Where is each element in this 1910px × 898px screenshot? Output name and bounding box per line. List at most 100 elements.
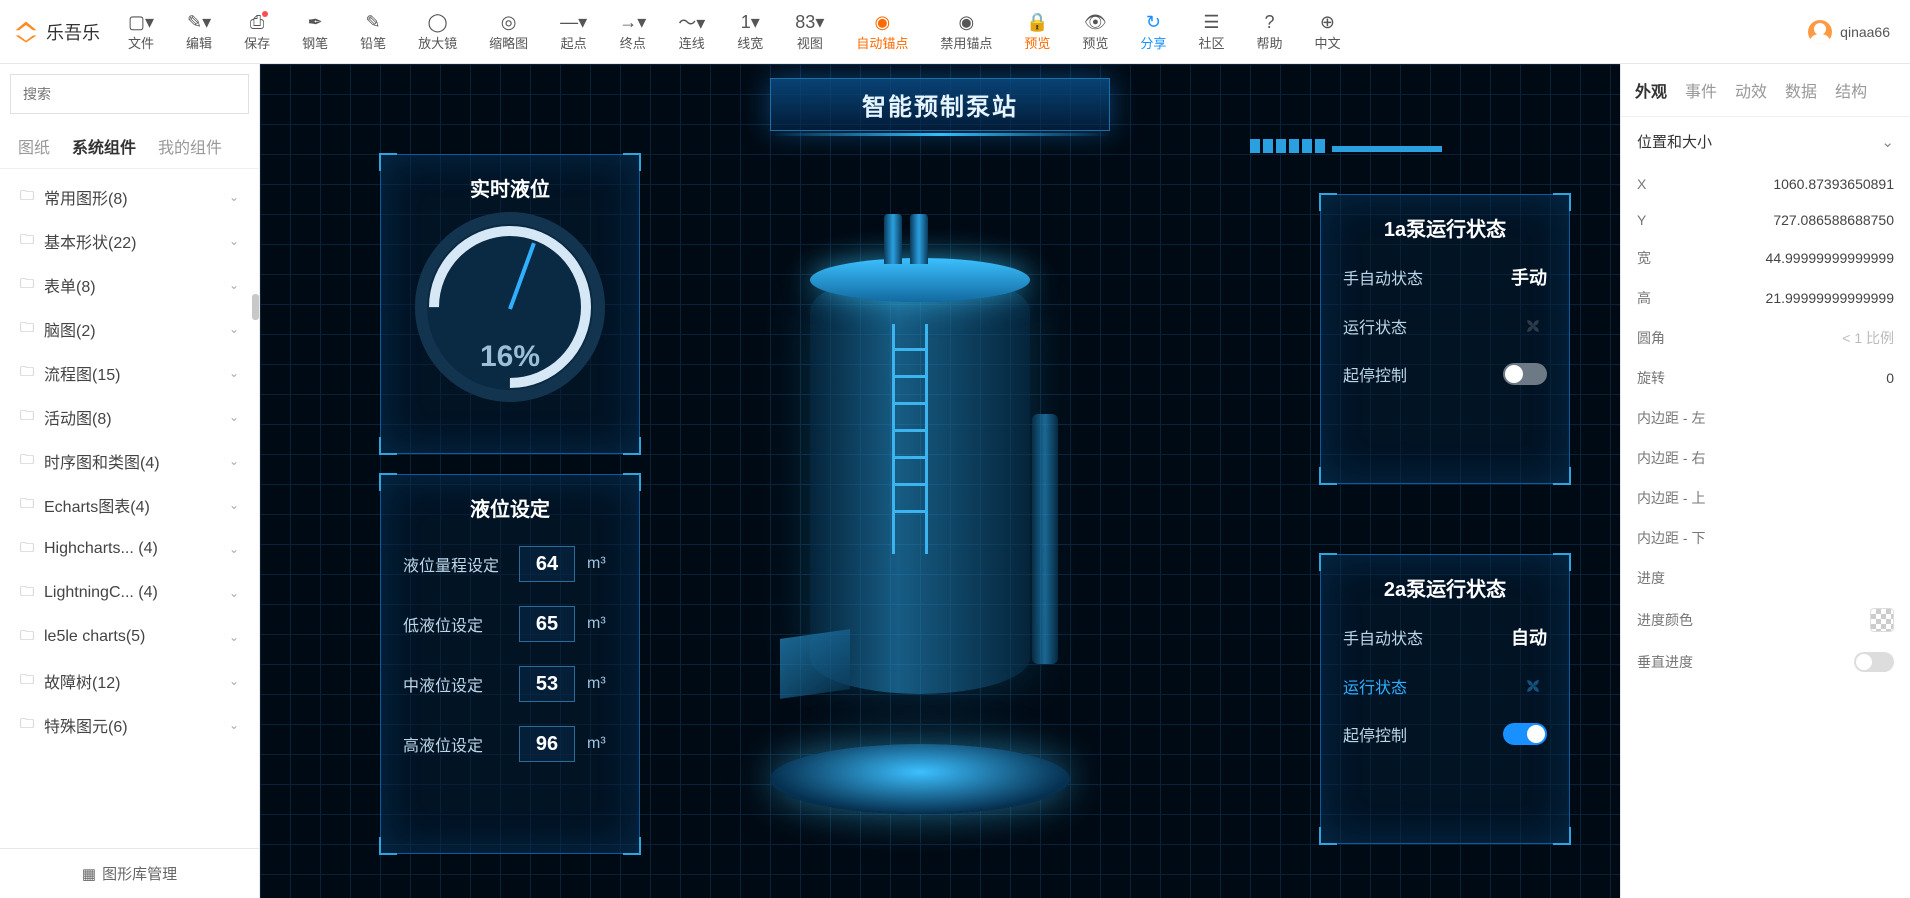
tree-label: 基本形状(22) [44,229,229,253]
menu-保存[interactable]: ⎙保存 [228,7,286,56]
menu-视图[interactable]: 83▾视图 [779,7,840,56]
menubar: 乐吾乐 ▢▾文件✎▾编辑⎙保存✒钢笔✎铅笔◯放大镜◎缩略图—▾起点→▾终点〜▾连… [0,0,1910,64]
canvas-title-banner: 智能预制泵站 [770,78,1110,136]
scrollbar-handle[interactable] [252,294,259,320]
menu-禁用锚点[interactable]: ◉禁用锚点 [924,7,1008,56]
menu-社区[interactable]: ☰社区 [1182,7,1240,56]
search-input[interactable] [10,74,249,114]
right-tab-1[interactable]: 事件 [1685,64,1717,116]
menu-icon: ☰ [1203,11,1219,33]
setting-label: 中液位设定 [403,672,507,696]
right-tab-3[interactable]: 数据 [1785,64,1817,116]
prop-value[interactable]: < 1 比例 [1727,328,1894,348]
menu-label: 中文 [1314,33,1340,52]
panel-level-settings[interactable]: 液位设定 液位量程设定64m³低液位设定65m³中液位设定53m³高液位设定96… [380,474,640,854]
props-section-header[interactable]: 位置和大小 ⌄ [1621,117,1910,166]
setting-label: 高液位设定 [403,732,507,756]
setting-value[interactable]: 65 [519,606,575,642]
tree-item[interactable]: 🗀基本形状(22)⌄ [0,219,259,263]
menu-钢笔[interactable]: ✒钢笔 [286,7,344,56]
right-tab-4[interactable]: 结构 [1835,64,1867,116]
right-tab-0[interactable]: 外观 [1635,64,1667,116]
tree-item[interactable]: 🗀流程图(15)⌄ [0,351,259,395]
panel-liquid-level[interactable]: 实时液位 16% [380,154,640,454]
tank-illustration[interactable] [740,214,1100,814]
menu-label: 预览 [1024,33,1050,52]
menu-放大镜[interactable]: ◯放大镜 [402,7,473,56]
panel-pump-2a[interactable]: 2a泵运行状态 手自动状态自动运行状态起停控制 [1320,554,1570,844]
setting-value[interactable]: 64 [519,546,575,582]
panel-pump-1a[interactable]: 1a泵运行状态 手自动状态手动运行状态起停控制 [1320,194,1570,484]
tree-item[interactable]: 🗀脑图(2)⌄ [0,307,259,351]
menu-分享[interactable]: ↻分享 [1124,7,1182,56]
folder-icon: 🗀 [20,449,34,473]
setting-value[interactable]: 53 [519,666,575,702]
setting-row: 液位量程设定64m³ [403,546,617,582]
prop-label: 进度颜色 [1637,610,1727,630]
menu-起点[interactable]: —▾起点 [544,7,603,56]
menu-终点[interactable]: →▾终点 [603,7,662,56]
color-swatch[interactable] [1870,608,1894,632]
menu-铅笔[interactable]: ✎铅笔 [344,7,402,56]
tree-item[interactable]: 🗀Echarts图表(4)⌄ [0,483,259,527]
menu-label: 缩略图 [489,33,528,52]
prop-value[interactable]: 1060.87393650891 [1727,176,1894,192]
toggle[interactable] [1503,723,1547,745]
prop-row: 内边距 - 上 [1621,478,1910,518]
tree-label: 活动图(8) [44,405,229,429]
left-tab-0[interactable]: 图纸 [18,124,50,168]
menu-预览[interactable]: 👁预览 [1066,7,1124,56]
tree-item[interactable]: 🗀表单(8)⌄ [0,263,259,307]
status-label: 运行状态 [1343,674,1519,698]
menu-icon: ◉ [875,11,891,33]
menu-缩略图[interactable]: ◎缩略图 [473,7,544,56]
tree-label: Echarts图表(4) [44,493,229,517]
pump2-rows: 手自动状态自动运行状态起停控制 [1343,624,1547,746]
tree-item[interactable]: 🗀特殊图元(6)⌄ [0,703,259,747]
prop-value[interactable]: 0 [1727,370,1894,386]
prop-value[interactable]: 21.99999999999999 [1727,290,1894,306]
status-row: 运行状态 [1343,672,1547,700]
user-area[interactable]: qinaa66 [1796,20,1902,44]
menu-icon: ◎ [501,11,517,33]
menu-icon: 👁 [1084,11,1107,33]
menu-编辑[interactable]: ✎▾编辑 [170,7,228,56]
chevron-down-icon: ⌄ [229,674,239,688]
unsaved-dot-icon [262,11,268,17]
prop-value[interactable]: 727.086588688750 [1727,212,1894,228]
menu-label: 连线 [679,33,705,52]
menu-预览[interactable]: 🔒预览 [1008,7,1066,56]
tree-item[interactable]: 🗀故障树(12)⌄ [0,659,259,703]
tree-item[interactable]: 🗀活动图(8)⌄ [0,395,259,439]
status-label: 运行状态 [1343,314,1519,338]
tree-label: 流程图(15) [44,361,229,385]
prop-value[interactable]: 44.99999999999999 [1727,250,1894,266]
menu-帮助[interactable]: ?帮助 [1240,7,1298,56]
toggle[interactable] [1503,363,1547,385]
setting-value[interactable]: 96 [519,726,575,762]
tree-item[interactable]: 🗀时序图和类图(4)⌄ [0,439,259,483]
library-manage-button[interactable]: ▦ 图形库管理 [0,848,259,898]
menu-中文[interactable]: ⊕中文 [1298,7,1356,56]
menu-连线[interactable]: 〜▾连线 [662,7,721,56]
menu-label: 钢笔 [302,33,328,52]
left-tab-2[interactable]: 我的组件 [158,124,222,168]
tree-item[interactable]: 🗀LightningC... (4)⌄ [0,571,259,615]
tree-label: le5le charts(5) [44,628,229,646]
tree-item[interactable]: 🗀le5le charts(5)⌄ [0,615,259,659]
right-tab-2[interactable]: 动效 [1735,64,1767,116]
menu-文件[interactable]: ▢▾文件 [112,7,170,56]
prop-row: 进度 [1621,558,1910,598]
canvas[interactable]: 智能预制泵站 实时液位 16% 液位设定 液位量程设定64m³低液位设定65m³… [260,64,1620,898]
menu-线宽[interactable]: 1▾线宽 [721,7,779,56]
left-tab-1[interactable]: 系统组件 [72,124,136,168]
tree-item[interactable]: 🗀常用图形(8)⌄ [0,175,259,219]
menu-icon: ▢▾ [128,11,154,33]
app-logo[interactable]: 乐吾乐 [8,18,112,46]
folder-icon: 🗀 [20,537,34,561]
menu-label: 编辑 [186,33,212,52]
tree-item[interactable]: 🗀Highcharts... (4)⌄ [0,527,259,571]
toggle[interactable] [1854,652,1894,672]
folder-icon: 🗀 [20,273,34,297]
menu-自动锚点[interactable]: ◉自动锚点 [840,7,924,56]
